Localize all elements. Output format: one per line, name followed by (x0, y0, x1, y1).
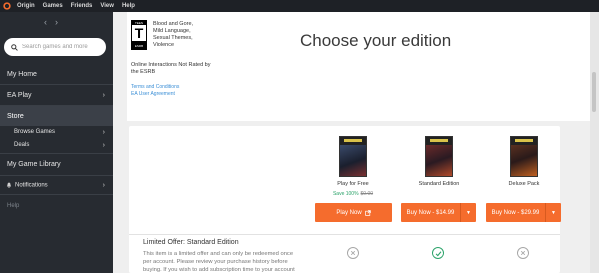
online-interactions-note: Online Interactions Not Rated by the ESR… (131, 62, 211, 75)
sidebar-item-my-game-library[interactable]: My Game Library (0, 154, 113, 174)
sidebar-divider (0, 194, 113, 195)
menu-games[interactable]: Games (43, 0, 63, 12)
row-divider (129, 234, 560, 235)
sidebar-item-ea-play[interactable]: EA Play › (0, 85, 113, 105)
sidebar-item-browse-games[interactable]: Browse Games › (0, 126, 113, 138)
sidebar-item-label: My Home (7, 70, 37, 78)
sidebar-item-my-home[interactable]: My Home (0, 64, 113, 84)
search-box[interactable] (4, 38, 106, 56)
cover-art (511, 145, 537, 176)
cover-art (340, 145, 366, 176)
cover-logo-band (511, 137, 537, 145)
descriptor: Blood and Gore, (153, 21, 194, 27)
cover-art (426, 145, 452, 176)
cover-logo-band (426, 137, 452, 145)
esrb-letter: T (132, 25, 146, 41)
chevron-right-icon: › (102, 128, 105, 136)
button-label: Buy Now - $29.99 (491, 209, 540, 216)
edition-cover-standard[interactable] (425, 136, 453, 177)
sidebar-item-deals[interactable]: Deals › (0, 139, 113, 151)
sidebar-item-label: EA Play (7, 91, 32, 99)
page-scrollbar[interactable] (590, 12, 599, 273)
edition-cover-free[interactable] (339, 136, 367, 177)
descriptor: Mild Language, (153, 28, 191, 34)
search-icon (11, 43, 18, 51)
button-label: Buy Now - $14.99 (406, 209, 455, 216)
terms-link[interactable]: Terms and Conditions (131, 84, 179, 90)
scrollbar-thumb[interactable] (592, 72, 596, 112)
menu-help[interactable]: Help (122, 0, 135, 12)
chevron-down-icon[interactable]: ▼ (545, 203, 561, 222)
offer-description: This item is a limited offer and can onl… (143, 251, 295, 273)
sidebar-divider (0, 175, 113, 176)
history-nav: ‹ › (44, 18, 58, 27)
content-descriptors: Blood and Gore, Mild Language, Sexual Th… (153, 21, 223, 49)
esrb-bottom-text: ESRB (134, 44, 144, 48)
sidebar-item-label: Store (7, 112, 24, 120)
sidebar-item-label: Help (7, 203, 20, 209)
old-price: $0.00 (360, 191, 374, 197)
origin-logo-icon[interactable] (3, 2, 11, 10)
menu-bar: Origin Games Friends View Help (0, 0, 599, 12)
edition-cover-deluxe[interactable] (510, 136, 538, 177)
sidebar-item-store[interactable]: Store (0, 106, 113, 126)
sidebar-item-label: Browse Games (14, 129, 56, 135)
notifications-label-wrap: Notifications (6, 182, 48, 189)
edition-label: Standard Edition (418, 181, 460, 187)
menu-friends[interactable]: Friends (71, 0, 93, 12)
menu-origin[interactable]: Origin (17, 0, 35, 12)
cover-logo (515, 139, 533, 142)
button-label: Play Now (336, 209, 362, 216)
play-now-button[interactable]: Play Now (315, 203, 392, 222)
x-icon (517, 247, 529, 259)
x-icon (347, 247, 359, 259)
back-arrow-icon[interactable]: ‹ (44, 18, 47, 27)
buy-standard-button[interactable]: Buy Now - $14.99 ▼ (401, 203, 476, 222)
menu-view[interactable]: View (100, 0, 114, 12)
esrb-rating-badge: TEEN T ESRB (131, 20, 147, 50)
bell-icon (6, 182, 12, 188)
cover-logo (430, 139, 448, 142)
sidebar-item-label: My Game Library (7, 160, 61, 168)
sidebar-item-label: Notifications (15, 182, 48, 189)
search-input[interactable] (22, 44, 106, 50)
sidebar: ‹ › My Home EA Play › Store Browse Games… (0, 12, 113, 273)
sidebar-item-notifications[interactable]: Notifications › (0, 178, 113, 192)
offer-title: Limited Offer: Standard Edition (143, 239, 239, 246)
buy-deluxe-button[interactable]: Buy Now - $29.99 ▼ (486, 203, 561, 222)
store-main: TEEN T ESRB Blood and Gore, Mild Languag… (113, 12, 599, 273)
external-link-icon (364, 209, 371, 216)
edition-label: Play for Free (337, 181, 369, 187)
edition-price: Save 100% $0.00 (318, 191, 388, 197)
rating-header: TEEN T ESRB Blood and Gore, Mild Languag… (127, 12, 599, 121)
edition-chooser: Play for Free Save 100% $0.00 Play Now St… (129, 126, 561, 273)
cover-logo-band (340, 137, 366, 145)
sidebar-item-help[interactable]: Help (0, 200, 113, 212)
user-agreement-link[interactable]: EA User Agreement (131, 91, 175, 97)
page-title: Choose your edition (300, 31, 452, 50)
chevron-right-icon: › (102, 141, 105, 149)
cover-logo (344, 139, 362, 142)
chevron-down-icon[interactable]: ▼ (460, 203, 476, 222)
chevron-right-icon: › (102, 181, 105, 189)
save-badge: Save 100% (332, 191, 359, 197)
forward-arrow-icon[interactable]: › (55, 18, 58, 27)
chevron-right-icon: › (102, 91, 105, 99)
sidebar-item-label: Deals (14, 142, 30, 148)
descriptor: Sexual Themes, (153, 35, 193, 41)
check-icon (432, 247, 444, 259)
edition-label: Deluxe Pack (508, 181, 540, 187)
descriptor: Violence (153, 42, 174, 48)
